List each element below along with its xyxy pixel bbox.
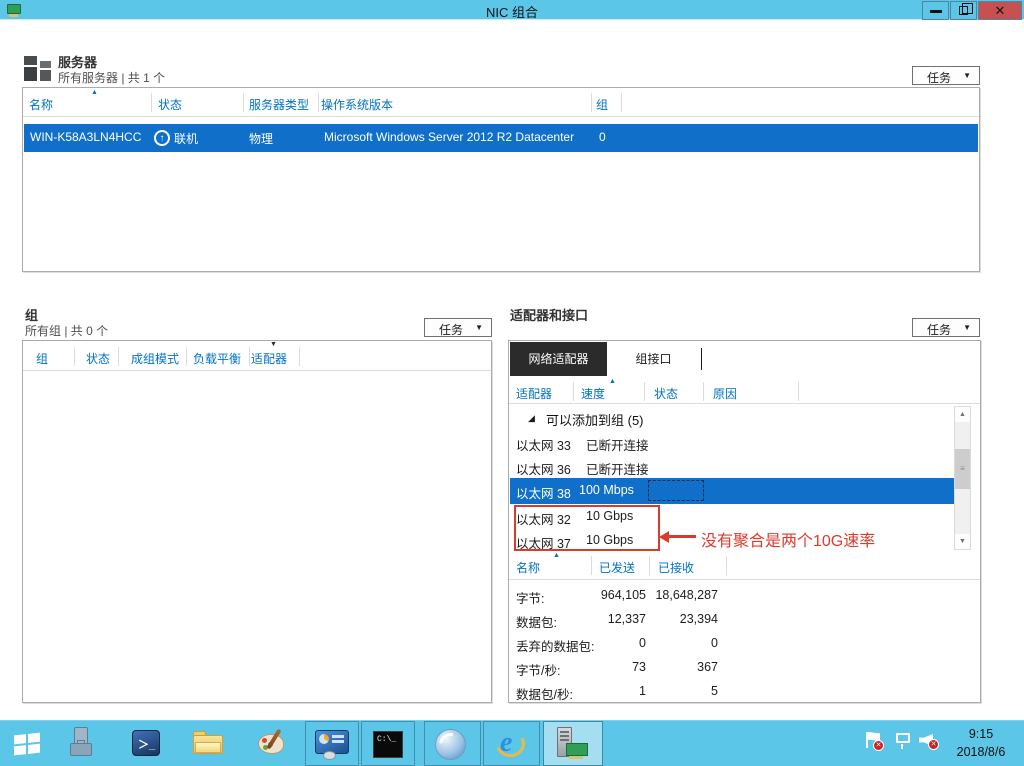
adapter-row-selected[interactable]: 以太网 38 100 Mbps [510, 478, 960, 504]
flag-icon [866, 732, 868, 748]
scroll-up-icon[interactable]: ▲ [955, 407, 970, 422]
server-team-count: 0 [599, 130, 606, 144]
col-header-received[interactable]: 已接收 [658, 559, 694, 576]
col-header-load-balancing[interactable]: 负载平衡 [193, 350, 241, 367]
file-explorer-button[interactable] [188, 721, 228, 766]
adapters-section-title: 适配器和接口 [510, 305, 588, 324]
sort-asc-icon: ▲ [553, 552, 560, 559]
volume-tray-button[interactable]: ✕ [919, 731, 941, 753]
mute-badge-icon: ✕ [928, 739, 939, 750]
browser-swirl-icon [435, 729, 466, 760]
powershell-icon: ＞_ [132, 730, 160, 756]
restore-button[interactable] [950, 1, 977, 20]
adapter-row[interactable]: 以太网 33 已断开连接 [516, 435, 571, 454]
minimize-button[interactable] [922, 1, 949, 20]
powershell-button[interactable]: ＞_ [126, 721, 166, 766]
servers-tasks-button[interactable]: 任务 ▼ [912, 66, 980, 85]
servers-section-icon [24, 53, 56, 81]
server-manager-button[interactable] [62, 721, 102, 766]
col-header-name[interactable]: 名称 [29, 96, 53, 113]
focus-rectangle [648, 480, 704, 501]
col-header-stat-name[interactable]: 名称 [516, 559, 540, 576]
col-header-reason[interactable]: 原因 [713, 385, 737, 402]
close-button[interactable]: ✕ [978, 1, 1022, 20]
teams-table: 组 状态 成组模式 负载平衡 适配器 ▼ [22, 340, 492, 703]
scroll-down-icon[interactable]: ▼ [955, 534, 970, 549]
adapters-panel: 网络适配器 组接口 适配器 速度 ▲ 状态 原因 ◢ 可以添加到组 (5) 以太… [508, 340, 981, 703]
server-online-icon: ↑ [154, 130, 170, 146]
text-cursor [701, 348, 702, 370]
col-header-adapters[interactable]: 适配器 [251, 350, 287, 367]
server-status: 联机 [174, 130, 198, 147]
col-header-team[interactable]: 组 [36, 350, 48, 367]
internet-explorer-button[interactable]: e [483, 721, 540, 766]
minimize-icon [930, 10, 942, 13]
nic-teaming-icon [553, 727, 593, 763]
servers-section-subtitle: 所有服务器 | 共 1 个 [58, 69, 165, 86]
internet-explorer-icon: e [494, 727, 528, 761]
teams-tasks-button[interactable]: 任务 ▼ [424, 318, 492, 337]
server-row[interactable]: WIN-K58A3LN4HCC ↑ 联机 物理 Microsoft Window… [24, 124, 978, 152]
display-settings-button[interactable] [305, 721, 359, 766]
sort-asc-icon: ▲ [609, 378, 616, 385]
col-header-sent[interactable]: 已发送 [599, 559, 635, 576]
col-header-speed[interactable]: 速度 [581, 385, 605, 402]
clock-date: 2018/8/6 [945, 743, 1017, 761]
paint-button[interactable] [252, 721, 292, 766]
adapter-group-header[interactable]: 可以添加到组 (5) [546, 410, 644, 429]
error-badge-icon: ✕ [873, 740, 884, 751]
annotation-arrow-line [668, 535, 696, 538]
sort-desc-icon: ▼ [270, 341, 277, 348]
adapters-scrollbar[interactable]: ▲ ≡ ▼ [954, 406, 971, 550]
adapters-tasks-button[interactable]: 任务 ▼ [912, 318, 980, 337]
tab-team-interfaces[interactable]: 组接口 [607, 342, 700, 376]
adapter-row[interactable]: 以太网 36 已断开连接 [516, 459, 571, 478]
paint-palette-icon [258, 730, 286, 756]
col-header-servertype[interactable]: 服务器类型 [249, 96, 309, 113]
col-header-os[interactable]: 操作系统版本 [321, 96, 393, 113]
browser-button[interactable] [424, 721, 481, 766]
col-header-state[interactable]: 状态 [654, 385, 678, 402]
col-header-teams[interactable]: 组 [596, 96, 608, 113]
nic-teaming-taskbar-button[interactable] [543, 721, 603, 766]
dropdown-arrow-icon: ▼ [963, 323, 971, 332]
col-header-team-status[interactable]: 状态 [86, 350, 110, 367]
tab-network-adapters[interactable]: 网络适配器 [510, 342, 607, 376]
action-center-flag-button[interactable]: ✕ [866, 731, 886, 753]
sort-asc-icon: ▲ [91, 89, 98, 96]
taskbar: ＞_ C:\_ e ✕ ✕ 9:15 2018/8/6 [0, 720, 1024, 766]
start-button[interactable] [0, 721, 56, 766]
command-prompt-button[interactable]: C:\_ [361, 721, 415, 766]
clock-time: 9:15 [945, 725, 1017, 743]
server-type: 物理 [249, 130, 273, 147]
group-expander-icon[interactable]: ◢ [528, 413, 535, 424]
display-settings-icon [315, 730, 351, 760]
window-title: NIC 组合 [0, 2, 1024, 21]
col-header-teaming-mode[interactable]: 成组模式 [131, 350, 179, 367]
folder-icon [193, 731, 223, 755]
server-os: Microsoft Windows Server 2012 R2 Datacen… [324, 130, 574, 144]
server-name: WIN-K58A3LN4HCC [30, 130, 141, 144]
col-header-status[interactable]: 状态 [158, 96, 182, 113]
command-prompt-icon: C:\_ [373, 731, 403, 758]
network-tray-button[interactable] [893, 731, 915, 753]
titlebar: NIC 组合 ✕ [0, 0, 1024, 20]
col-header-adapter[interactable]: 适配器 [516, 385, 552, 402]
scrollbar-thumb[interactable]: ≡ [955, 449, 970, 489]
windows-logo-icon [14, 733, 41, 756]
servers-table: 名称 ▲ 状态 服务器类型 操作系统版本 组 WIN-K58A3LN4HCC ↑… [22, 87, 980, 272]
taskbar-clock[interactable]: 9:15 2018/8/6 [945, 725, 1017, 761]
restore-icon [959, 6, 968, 15]
teams-section-subtitle: 所有组 | 共 0 个 [25, 322, 108, 339]
annotation-text: 没有聚合是两个10G速率 [701, 527, 875, 551]
server-manager-icon [70, 727, 92, 757]
dropdown-arrow-icon: ▼ [963, 71, 971, 80]
dropdown-arrow-icon: ▼ [475, 323, 483, 332]
annotation-red-box [514, 505, 660, 551]
network-icon [896, 733, 910, 743]
